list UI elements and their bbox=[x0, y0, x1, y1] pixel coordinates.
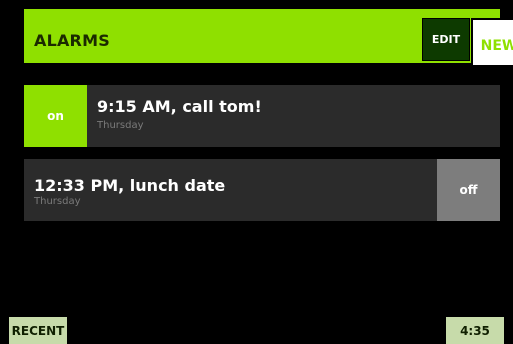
alarm-row[interactable]: on 9:15 AM, call tom! Thursday bbox=[24, 85, 500, 147]
alarm-toggle-on[interactable]: on bbox=[24, 85, 87, 147]
new-alarm-button[interactable]: NEW bbox=[471, 18, 513, 67]
alarm-day: Thursday bbox=[97, 120, 144, 131]
alarm-title: 12:33 PM, lunch date bbox=[34, 176, 226, 195]
alarm-row[interactable]: 12:33 PM, lunch date Thursday off bbox=[24, 159, 500, 221]
alarm-title: 9:15 AM, call tom! bbox=[97, 97, 262, 116]
header-bar: ALARMS EDIT NEW bbox=[24, 9, 513, 67]
alarm-screen: ALARMS EDIT NEW on 9:15 AM, call tom! Th… bbox=[0, 0, 513, 344]
page-title: ALARMS bbox=[34, 31, 110, 50]
clock-display: 4:35 bbox=[446, 317, 504, 344]
edit-button[interactable]: EDIT bbox=[422, 18, 470, 61]
recent-button[interactable]: RECENT bbox=[9, 317, 67, 344]
alarm-toggle-off[interactable]: off bbox=[437, 159, 500, 221]
alarm-day: Thursday bbox=[34, 196, 81, 207]
